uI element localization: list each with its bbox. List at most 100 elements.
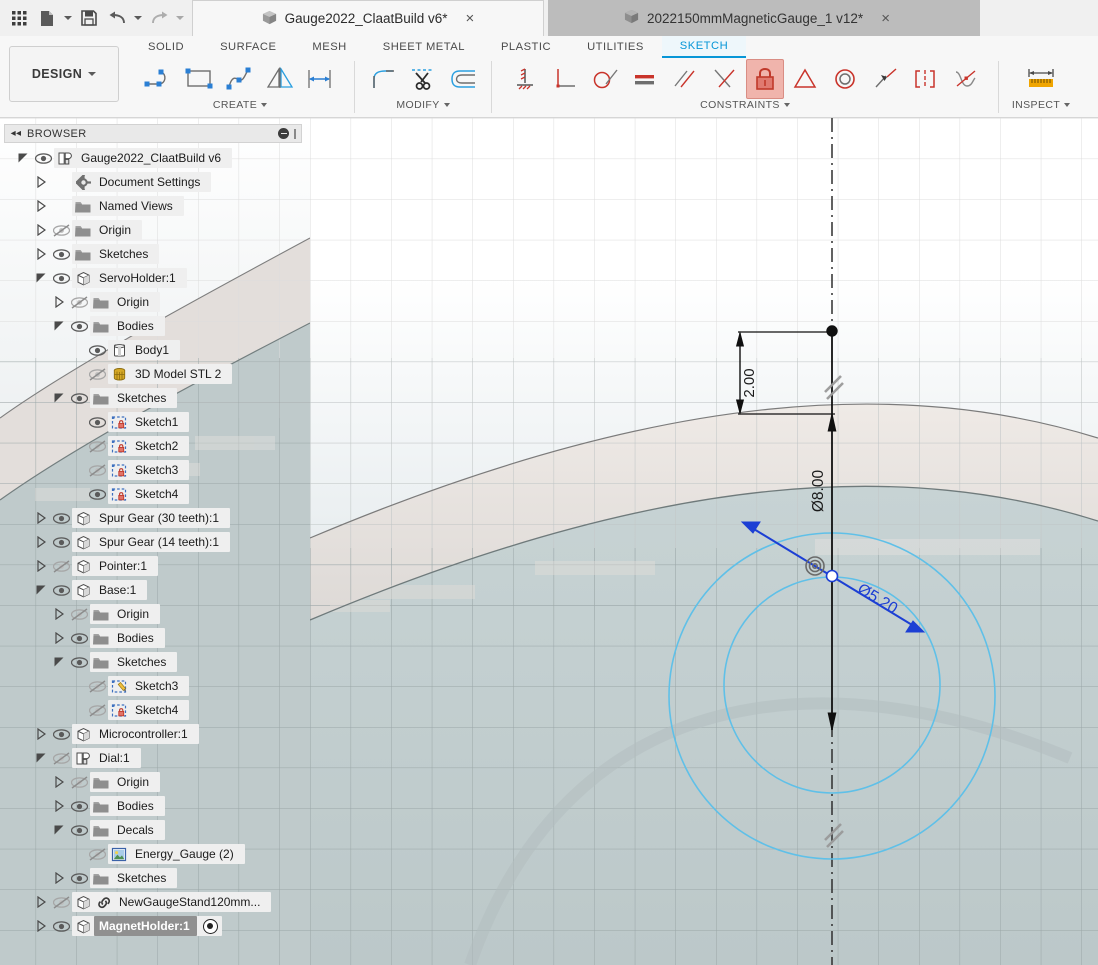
tree-item-servoholder-1[interactable]: ServoHolder:1 [0, 266, 310, 290]
tree-item-origin[interactable]: Origin [0, 218, 310, 242]
tree-item-dial-1[interactable]: Dial:1 [0, 746, 310, 770]
redo-dropdown-caret[interactable] [174, 4, 186, 32]
document-tab-inactive[interactable]: 2022150mmMagneticGauge_1 v12* × [548, 0, 966, 36]
collapse-arrow-icon[interactable] [50, 386, 68, 410]
expand-arrow-icon[interactable] [32, 242, 50, 266]
sketch-dimension-tool-icon[interactable] [301, 59, 339, 99]
expand-arrow-icon[interactable] [32, 890, 50, 914]
tree-item-pointer-1[interactable]: Pointer:1 [0, 554, 310, 578]
tree-item-origin[interactable]: Origin [0, 602, 310, 626]
expand-arrow-icon[interactable] [32, 218, 50, 242]
tree-item-bodies[interactable]: Bodies [0, 314, 310, 338]
collapse-arrow-icon[interactable] [32, 746, 50, 770]
expand-arrow-icon[interactable] [32, 506, 50, 530]
collapse-arrow-icon[interactable] [50, 818, 68, 842]
tree-item-sketch3[interactable]: Sketch3 [0, 458, 310, 482]
offset-tool-icon[interactable] [444, 59, 482, 99]
tree-item-sketch1[interactable]: Sketch1 [0, 410, 310, 434]
tree-item-gauge2022-claatbuild-v6[interactable]: Gauge2022_ClaatBuild v6 [0, 146, 310, 170]
trim-tool-icon[interactable] [404, 59, 442, 99]
tree-item-sketches[interactable]: Sketches [0, 386, 310, 410]
collapse-arrow-icon[interactable] [50, 650, 68, 674]
tangent-constraint-icon[interactable] [586, 59, 624, 99]
tab-surface[interactable]: SURFACE [202, 36, 294, 58]
expand-arrow-icon[interactable] [50, 794, 68, 818]
panel-create-label-group[interactable]: CREATE [213, 99, 268, 111]
expand-arrow-icon[interactable] [50, 602, 68, 626]
line-tool-icon[interactable] [141, 59, 179, 99]
tree-item-energy-gauge-2[interactable]: Energy_Gauge (2) [0, 842, 310, 866]
visibility-eye-icon[interactable] [50, 584, 72, 597]
expand-arrow-icon[interactable] [50, 626, 68, 650]
fillet-tool-icon[interactable] [364, 59, 402, 99]
tree-item-3d-model-stl-2[interactable]: 3D Model STL 2 [0, 362, 310, 386]
collapse-panel-icon[interactable]: ◂◂ [5, 128, 27, 139]
new-document-icon[interactable] [34, 4, 60, 32]
mirror-tool-icon[interactable] [261, 59, 299, 99]
apps-grid-icon[interactable] [6, 4, 32, 32]
visibility-eye-icon[interactable] [50, 248, 72, 261]
expand-arrow-icon[interactable] [32, 554, 50, 578]
document-tab-active[interactable]: Gauge2022_ClaatBuild v6* × [192, 0, 544, 36]
panel-inspect-label-group[interactable]: INSPECT [1012, 99, 1071, 111]
tree-item-sketch4[interactable]: Sketch4 [0, 698, 310, 722]
visibility-eye-icon[interactable] [50, 728, 72, 741]
visibility-eye-icon[interactable] [50, 272, 72, 285]
close-tab-icon[interactable]: × [466, 11, 475, 26]
visibility-eye-icon[interactable] [68, 632, 90, 645]
tree-item-sketch4[interactable]: Sketch4 [0, 482, 310, 506]
tab-sheet-metal[interactable]: SHEET METAL [365, 36, 483, 58]
rectangle-tool-icon[interactable] [181, 59, 219, 99]
tree-item-newgaugestand120mm[interactable]: NewGaugeStand120mm... [0, 890, 310, 914]
visibility-eye-icon[interactable] [68, 656, 90, 669]
tree-item-origin[interactable]: Origin [0, 770, 310, 794]
visibility-eye-off-icon[interactable] [68, 295, 90, 309]
equal-constraint-icon[interactable] [626, 59, 664, 99]
expand-arrow-icon[interactable] [32, 170, 50, 194]
tab-solid[interactable]: SOLID [130, 36, 202, 58]
tree-item-sketches[interactable]: Sketches [0, 650, 310, 674]
tree-item-sketches[interactable]: Sketches [0, 866, 310, 890]
visibility-eye-icon[interactable] [50, 920, 72, 933]
visibility-eye-off-icon[interactable] [50, 559, 72, 573]
collapse-arrow-icon[interactable] [14, 146, 32, 170]
redo-icon[interactable] [146, 4, 172, 32]
tree-item-document-settings[interactable]: Document Settings [0, 170, 310, 194]
expand-arrow-icon[interactable] [50, 770, 68, 794]
visibility-eye-icon[interactable] [86, 416, 108, 429]
horizontal-vertical-constraint-icon[interactable] [506, 59, 544, 99]
visibility-eye-icon[interactable] [86, 488, 108, 501]
tree-item-sketch2[interactable]: Sketch2 [0, 434, 310, 458]
expand-arrow-icon[interactable] [32, 722, 50, 746]
midpoint-constraint-icon[interactable] [866, 59, 904, 99]
tree-item-sketch3[interactable]: Sketch3 [0, 674, 310, 698]
visibility-eye-off-icon[interactable] [50, 751, 72, 765]
tab-mesh[interactable]: MESH [294, 36, 364, 58]
visibility-eye-icon[interactable] [86, 344, 108, 357]
visibility-eye-off-icon[interactable] [50, 223, 72, 237]
tree-item-microcontroller-1[interactable]: Microcontroller:1 [0, 722, 310, 746]
tree-item-decals[interactable]: Decals [0, 818, 310, 842]
tree-item-sketches[interactable]: Sketches [0, 242, 310, 266]
visibility-eye-icon[interactable] [68, 392, 90, 405]
visibility-eye-off-icon[interactable] [68, 607, 90, 621]
expand-arrow-icon[interactable] [32, 914, 50, 938]
visibility-eye-off-icon[interactable] [86, 463, 108, 477]
workspace-selector[interactable]: DESIGN [9, 46, 119, 102]
tree-item-bodies[interactable]: Bodies [0, 626, 310, 650]
tree-item-spur-gear-30-teeth-1[interactable]: Spur Gear (30 teeth):1 [0, 506, 310, 530]
undo-dropdown-caret[interactable] [132, 4, 144, 32]
new-document-dropdown-caret[interactable] [62, 4, 74, 32]
expand-arrow-icon[interactable] [50, 866, 68, 890]
tree-item-spur-gear-14-teeth-1[interactable]: Spur Gear (14 teeth):1 [0, 530, 310, 554]
panel-modify-label-group[interactable]: MODIFY [396, 99, 450, 111]
tree-item-origin[interactable]: Origin [0, 290, 310, 314]
spline-tool-icon[interactable] [221, 59, 259, 99]
measure-tool-icon[interactable] [1022, 59, 1060, 99]
parallel-constraint-icon[interactable] [666, 59, 704, 99]
visibility-eye-icon[interactable] [68, 320, 90, 333]
visibility-eye-icon[interactable] [68, 872, 90, 885]
visibility-eye-off-icon[interactable] [86, 847, 108, 861]
tab-sketch[interactable]: SKETCH [661, 36, 747, 58]
tree-item-bodies[interactable]: Bodies [0, 794, 310, 818]
